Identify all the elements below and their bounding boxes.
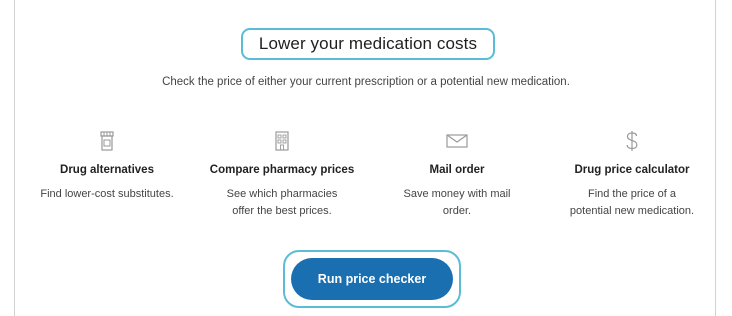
feature-compare-pharmacy-prices[interactable]: Compare pharmacy prices See which pharma…: [197, 130, 367, 220]
feature-desc-line: Save money with mail: [403, 188, 511, 200]
feature-desc-line: order.: [442, 205, 472, 217]
feature-title: Drug alternatives: [60, 164, 154, 176]
feature-mail-order[interactable]: Mail order Save money with mail order.: [372, 130, 542, 220]
run-price-checker-button[interactable]: Run price checker: [291, 258, 453, 300]
feature-title: Drug price calculator: [574, 164, 690, 176]
envelope-icon: [372, 130, 542, 152]
feature-description: Find lower-cost substitutes.: [22, 186, 192, 203]
dollar-sign-icon: [547, 130, 717, 152]
pill-bottle-icon: [22, 130, 192, 152]
feature-desc-line: See which pharmacies: [226, 188, 338, 200]
pharmacy-building-icon: [197, 130, 367, 152]
feature-desc-line: offer the best prices.: [232, 205, 332, 217]
feature-desc-line: Find the price of a: [587, 188, 677, 200]
feature-desc-line: potential new medication.: [569, 205, 695, 217]
cta-highlight: Run price checker: [283, 250, 461, 308]
feature-title: Mail order: [429, 164, 485, 176]
feature-drug-price-calculator[interactable]: Drug price calculator Find the price of …: [547, 130, 717, 220]
feature-description: Find the price of a potential new medica…: [547, 186, 717, 220]
feature-desc-line: Find lower-cost substitutes.: [40, 188, 174, 200]
feature-description: Save money with mail order.: [372, 186, 542, 220]
feature-description: See which pharmacies offer the best pric…: [197, 186, 367, 220]
feature-drug-alternatives[interactable]: Drug alternatives Find lower-cost substi…: [22, 130, 192, 203]
title-highlight: Lower your medication costs: [241, 28, 495, 60]
page-subtitle: Check the price of either your current p…: [162, 76, 570, 88]
feature-title: Compare pharmacy prices: [209, 164, 355, 176]
page-title: Lower your medication costs: [258, 34, 478, 53]
